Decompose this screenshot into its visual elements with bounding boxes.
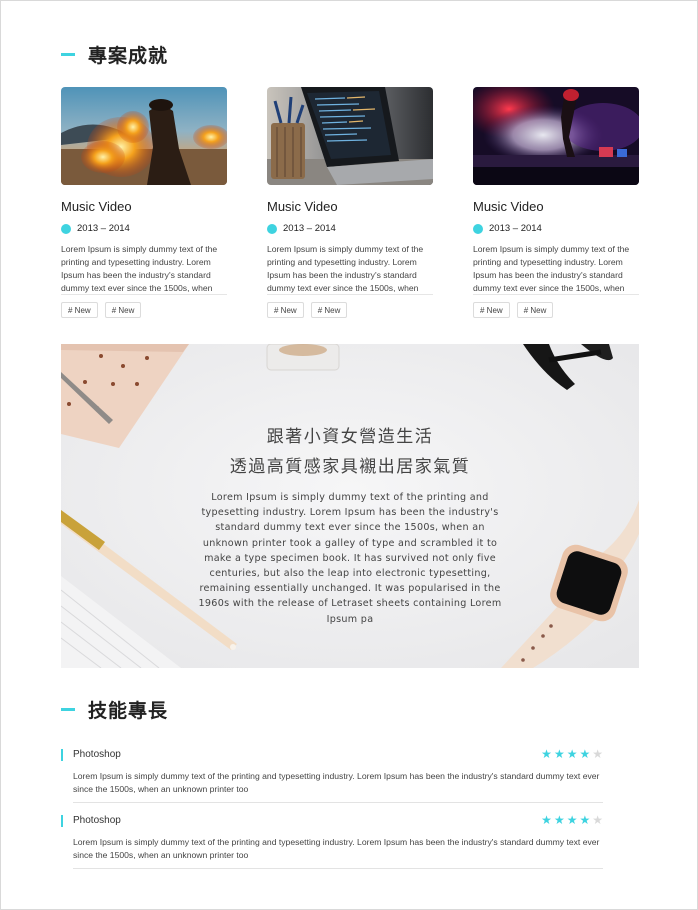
smoke-flare-photo[interactable]: [61, 87, 227, 185]
skills-section-title: 技能專長: [61, 696, 168, 723]
skills-heading: 技能專長: [88, 700, 169, 722]
star-filled-icon: ★: [566, 747, 578, 761]
star-filled-icon: ★: [579, 813, 591, 827]
skill-accent-bar: [61, 815, 63, 827]
card-tags: # New # New: [267, 302, 433, 318]
title-accent-dash: [61, 708, 75, 711]
project-card[interactable]: Music Video 2013 – 2014 Lorem Ipsum is s…: [267, 87, 433, 318]
tag[interactable]: # New: [516, 302, 554, 318]
date-dot-icon: [267, 223, 277, 234]
star-filled-icon: ★: [553, 747, 565, 761]
tag[interactable]: # New: [310, 302, 348, 318]
stage-dancer-photo[interactable]: [473, 87, 639, 185]
banner-heading-line2: 透過高質感家具襯出居家氣質: [229, 457, 471, 477]
tag[interactable]: # New: [267, 302, 304, 318]
date-text: 2013 – 2014: [77, 223, 130, 234]
card-description: Lorem Ipsum is simply dummy text of the …: [61, 243, 227, 295]
skill-name: Photoshop: [73, 749, 121, 760]
date-dot-icon: [61, 223, 71, 234]
lifestyle-banner: 跟著小資女營造生活 透過高質感家具襯出居家氣質 Lorem Ipsum is s…: [61, 344, 639, 668]
tag[interactable]: # New: [61, 302, 98, 318]
card-tags: # New # New: [61, 302, 227, 318]
star-empty-icon: ★: [592, 813, 603, 827]
skill-description: Lorem Ipsum is simply dummy text of the …: [73, 771, 600, 794]
banner-body-text: Lorem Ipsum is simply dummy text of the …: [198, 492, 502, 625]
skill-item: Photoshop ★ ★ ★ ★ ★ Lorem Ipsum is simpl…: [61, 811, 603, 877]
card-date: 2013 – 2014: [61, 223, 227, 234]
card-title: Music Video: [473, 199, 544, 214]
skill-rating: ★ ★ ★ ★ ★: [541, 814, 603, 826]
skill-accent-bar: [61, 749, 63, 761]
laptop-code-photo[interactable]: [267, 87, 433, 185]
card-date: 2013 – 2014: [473, 223, 639, 234]
skills-list: Photoshop ★ ★ ★ ★ ★ Lorem Ipsum is simpl…: [61, 745, 603, 877]
date-text: 2013 – 2014: [283, 223, 336, 234]
card-description: Lorem Ipsum is simply dummy text of the …: [473, 243, 639, 295]
project-card[interactable]: Music Video 2013 – 2014 Lorem Ipsum is s…: [473, 87, 639, 318]
skill-name: Photoshop: [73, 815, 121, 826]
star-filled-icon: ★: [553, 813, 565, 827]
project-card[interactable]: Music Video 2013 – 2014 Lorem Ipsum is s…: [61, 87, 227, 318]
projects-heading: 專案成就: [88, 45, 169, 67]
projects-section-title: 專案成就: [61, 41, 168, 68]
project-cards: Music Video 2013 – 2014 Lorem Ipsum is s…: [61, 87, 639, 319]
star-filled-icon: ★: [541, 813, 552, 827]
date-text: 2013 – 2014: [489, 223, 542, 234]
title-accent-dash: [61, 53, 75, 56]
tag[interactable]: # New: [104, 302, 142, 318]
divider: [73, 802, 603, 803]
banner-heading-line1: 跟著小資女營造生活: [266, 427, 434, 447]
star-empty-icon: ★: [592, 747, 603, 761]
skill-item: Photoshop ★ ★ ★ ★ ★ Lorem Ipsum is simpl…: [61, 745, 603, 811]
card-title: Music Video: [61, 199, 132, 214]
tag[interactable]: # New: [473, 302, 510, 318]
card-description: Lorem Ipsum is simply dummy text of the …: [267, 243, 433, 295]
divider: [73, 868, 603, 869]
card-title: Music Video: [267, 199, 338, 214]
page: 專案成就 Music Video 2013 – 2014 Lorem Ipsum…: [0, 0, 698, 910]
date-dot-icon: [473, 223, 483, 234]
star-filled-icon: ★: [566, 813, 578, 827]
card-date: 2013 – 2014: [267, 223, 433, 234]
star-filled-icon: ★: [579, 747, 591, 761]
skill-description: Lorem Ipsum is simply dummy text of the …: [73, 837, 600, 860]
card-tags: # New # New: [473, 302, 639, 318]
star-filled-icon: ★: [541, 747, 552, 761]
skill-rating: ★ ★ ★ ★ ★: [541, 748, 603, 760]
